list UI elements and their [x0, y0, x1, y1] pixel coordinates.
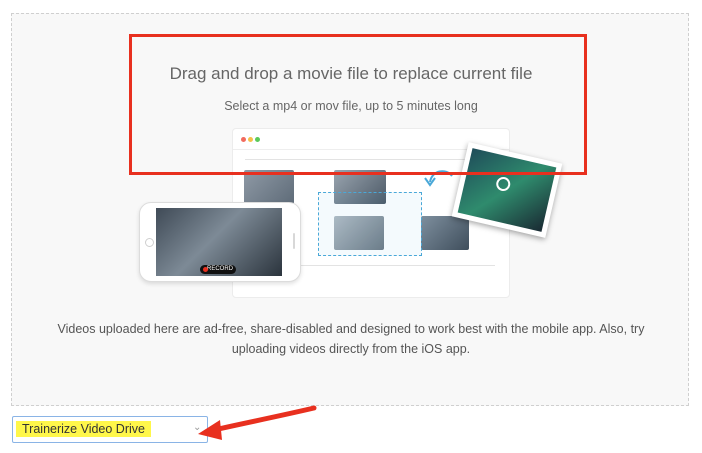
annotation-highlight-box — [129, 34, 587, 175]
video-source-selected: Trainerize Video Drive — [16, 421, 151, 437]
upload-info-text: Videos uploaded here are ad-free, share-… — [57, 322, 645, 356]
annotation-arrow-icon — [198, 405, 317, 440]
video-source-select[interactable]: Trainerize Video Drive ⌄ — [12, 416, 208, 443]
